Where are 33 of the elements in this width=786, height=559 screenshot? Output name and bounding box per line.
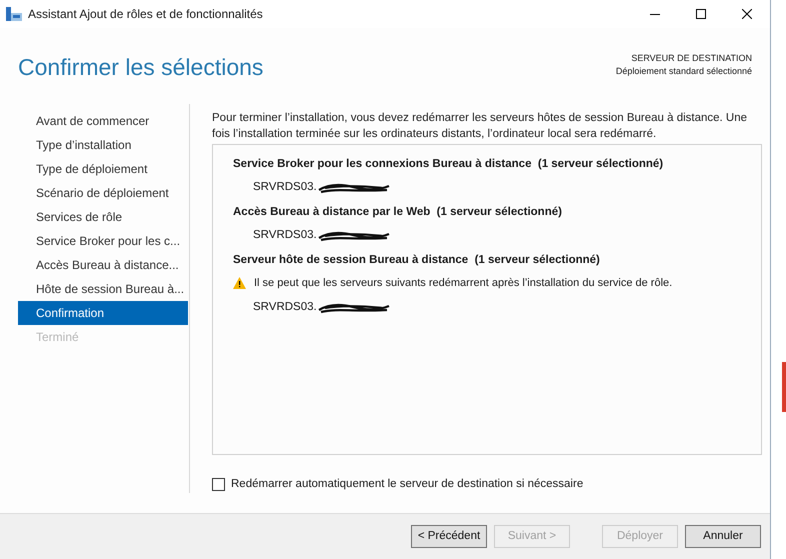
sidebar-item[interactable]: Accès Bureau à distance... xyxy=(18,253,188,277)
wizard-button[interactable]: Annuler xyxy=(685,525,761,548)
destination-label: SERVEUR DE DESTINATION xyxy=(631,52,752,65)
sidebar-item[interactable]: Scénario de déploiement xyxy=(18,181,188,205)
wizard-button[interactable]: < Précédent xyxy=(411,525,487,548)
sidebar-item[interactable]: Type de déploiement xyxy=(18,157,188,181)
sidebar-item[interactable]: Avant de commencer xyxy=(18,109,188,133)
redaction-scribble-icon xyxy=(316,302,391,314)
section-heading: Service Broker pour les connexions Bureau à distance (1 serveur sélectionné) xyxy=(233,157,664,172)
sidebar-item[interactable]: Type d’installation xyxy=(18,133,188,157)
app-icon xyxy=(6,7,22,21)
page-title: Confirmer les sélections xyxy=(18,56,264,79)
warning-text: Il se peut que les serveurs suivants redémarrent après l’installation du service de rôle. xyxy=(254,276,672,291)
destination-value: Déploiement standard sélectionné xyxy=(616,65,752,78)
restart-checkbox[interactable] xyxy=(212,478,225,491)
server-name: SRVRDS03. xyxy=(253,228,317,244)
section-heading: Serveur hôte de session Bureau à distance (1 serveur sélectionné) xyxy=(233,253,601,268)
background-window-edge xyxy=(782,362,786,412)
sidebar-item[interactable]: Services de rôle xyxy=(18,205,188,229)
sidebar-item[interactable]: Confirmation xyxy=(18,301,188,325)
server-name: SRVRDS03. xyxy=(253,180,317,196)
redaction-scribble-icon xyxy=(316,230,391,242)
maximize-icon xyxy=(696,9,706,19)
server-name: SRVRDS03. xyxy=(253,300,317,316)
close-icon xyxy=(742,9,752,19)
intro-text: Pour terminer l’installation, vous devez redémarrer les serveurs hôtes de session Bureau à distance. Une fois l’installation terminée sur les ordinateurs distants, l’ordinateur local sera redémarré. xyxy=(212,111,748,142)
window-title: Assistant Ajout de rôles et de fonctionnalités xyxy=(28,6,264,23)
sidebar-item[interactable]: Hôte de session Bureau à... xyxy=(18,277,188,301)
redaction-scribble-icon xyxy=(316,182,391,194)
restart-label: Redémarrer automatiquement le serveur de destination si nécessaire xyxy=(231,476,584,492)
sidebar-item[interactable]: Service Broker pour les c... xyxy=(18,229,188,253)
section-heading: Accès Bureau à distance par le Web (1 serveur sélectionné) xyxy=(233,205,563,220)
warning-icon xyxy=(233,277,246,289)
